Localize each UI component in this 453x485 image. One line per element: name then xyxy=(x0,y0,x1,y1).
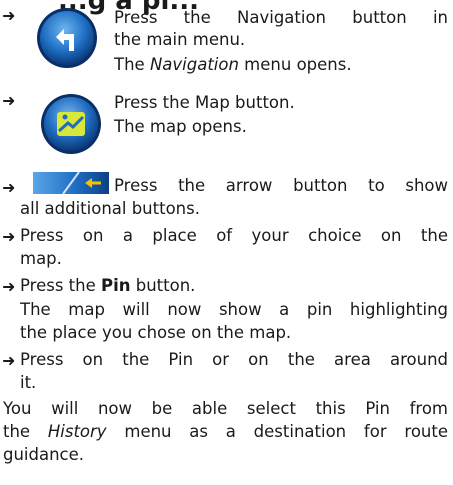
step6-line2: it. xyxy=(20,373,37,392)
step-arrow: ➜ xyxy=(2,227,16,246)
step4-line2: map. xyxy=(20,249,62,268)
step5-result1: The map will now show a pin highlighting xyxy=(20,300,448,319)
closing-line1: You will now be able select this Pin fro… xyxy=(3,399,448,418)
step3-action: Press the arrow button to show xyxy=(114,176,448,195)
step3-action-cont: all additional buttons. xyxy=(20,199,200,218)
step2-action: Press the Map button. xyxy=(114,93,295,112)
step1-result: The Navigation menu opens. xyxy=(114,55,352,74)
arrow-left-button-icon xyxy=(33,172,109,194)
step-arrow: ➜ xyxy=(2,6,16,25)
step-arrow: ➜ xyxy=(2,178,16,197)
step2-result: The map opens. xyxy=(114,117,247,136)
manual-page: ...g a pi... ➜ Press the Navigation butt… xyxy=(0,0,453,485)
step5-result2: the place you chose on the map. xyxy=(20,323,292,342)
map-button-icon xyxy=(41,94,101,154)
closing-line3: guidance. xyxy=(3,445,85,464)
step5-action: Press the Pin button. xyxy=(20,276,196,295)
step6-line1: Press on the Pin or on the area around xyxy=(20,350,448,369)
navigation-button-icon xyxy=(37,8,97,68)
step4-line1: Press on a place of your choice on the xyxy=(20,226,448,245)
step-arrow: ➜ xyxy=(2,351,16,370)
step1-action: Press the Navigation button in xyxy=(114,8,448,27)
step-arrow: ➜ xyxy=(2,277,16,296)
step1-action-cont: the main menu. xyxy=(114,30,246,49)
closing-line2: the History menu as a destination for ro… xyxy=(3,422,448,441)
step-arrow: ➜ xyxy=(2,91,16,110)
